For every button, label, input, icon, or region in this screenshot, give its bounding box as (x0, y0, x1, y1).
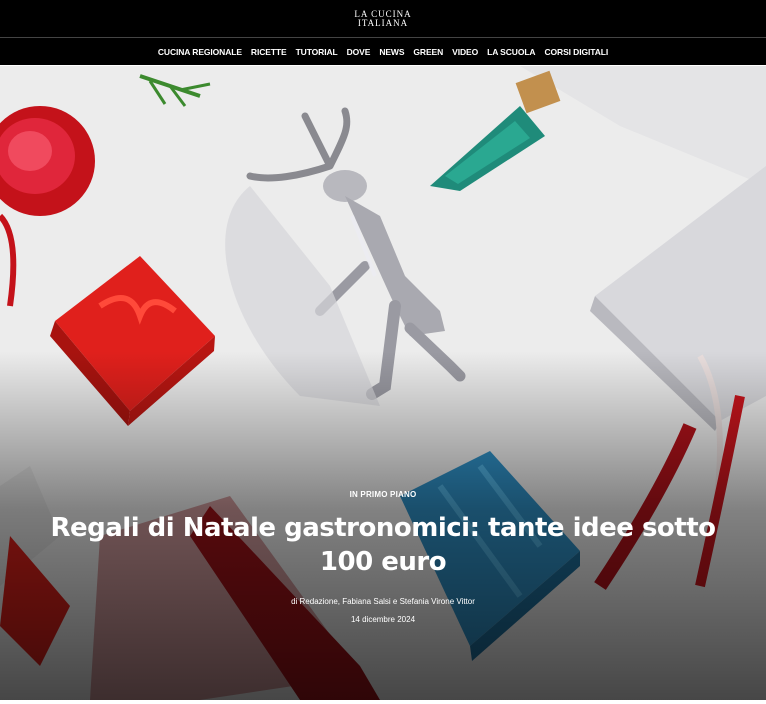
article-kicker[interactable]: IN PRIMO PIANO (0, 490, 766, 499)
nav-item-green[interactable]: GREEN (413, 47, 443, 57)
nav-item-corsi-digitali[interactable]: CORSI DIGITALI (544, 47, 608, 57)
main-navigation: CUCINA REGIONALE RICETTE TUTORIAL DOVE N… (0, 38, 766, 65)
nav-item-news[interactable]: NEWS (379, 47, 404, 57)
nav-item-la-scuola[interactable]: LA SCUOLA (487, 47, 535, 57)
site-header: LA CUCINA ITALIANA (0, 0, 766, 38)
hero-article[interactable]: IN PRIMO PIANO Regali di Natale gastrono… (0, 66, 766, 700)
article-date: 14 dicembre 2024 (350, 615, 416, 624)
article-headline[interactable]: Regali di Natale gastronomici: tante ide… (33, 511, 733, 579)
nav-item-video[interactable]: VIDEO (452, 47, 478, 57)
nav-item-ricette[interactable]: RICETTE (251, 47, 287, 57)
page-bottom-strip (0, 700, 766, 704)
article-byline: di Redazione, Fabiana Salsi e Stefania V… (291, 597, 475, 606)
logo-line-2: ITALIANA (357, 17, 409, 28)
site-logo[interactable]: LA CUCINA ITALIANA (343, 9, 423, 28)
nav-item-cucina-regionale[interactable]: CUCINA REGIONALE (158, 47, 242, 57)
nav-item-dove[interactable]: DOVE (347, 47, 371, 57)
hero-text-block: IN PRIMO PIANO Regali di Natale gastrono… (0, 490, 766, 624)
nav-item-tutorial[interactable]: TUTORIAL (296, 47, 338, 57)
